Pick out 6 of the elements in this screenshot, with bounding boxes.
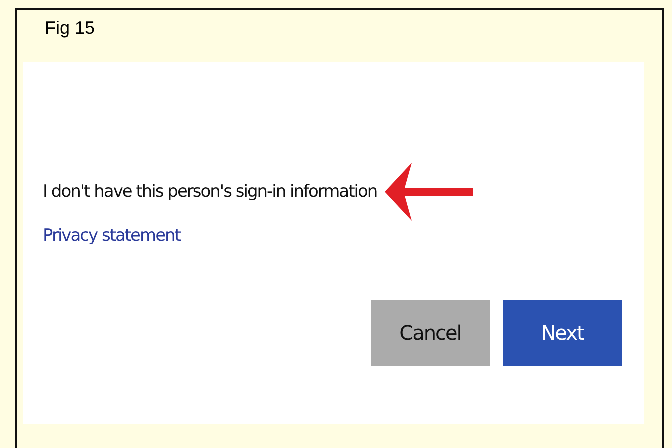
cancel-button[interactable]: Cancel: [371, 300, 490, 366]
privacy-statement-link[interactable]: Privacy statement: [43, 226, 180, 246]
figure-caption: Fig 15: [45, 18, 96, 40]
left-arrow-icon: [385, 163, 476, 221]
next-button[interactable]: Next: [503, 300, 622, 366]
sign-in-option-link[interactable]: I don't have this person's sign-in information: [43, 182, 378, 202]
